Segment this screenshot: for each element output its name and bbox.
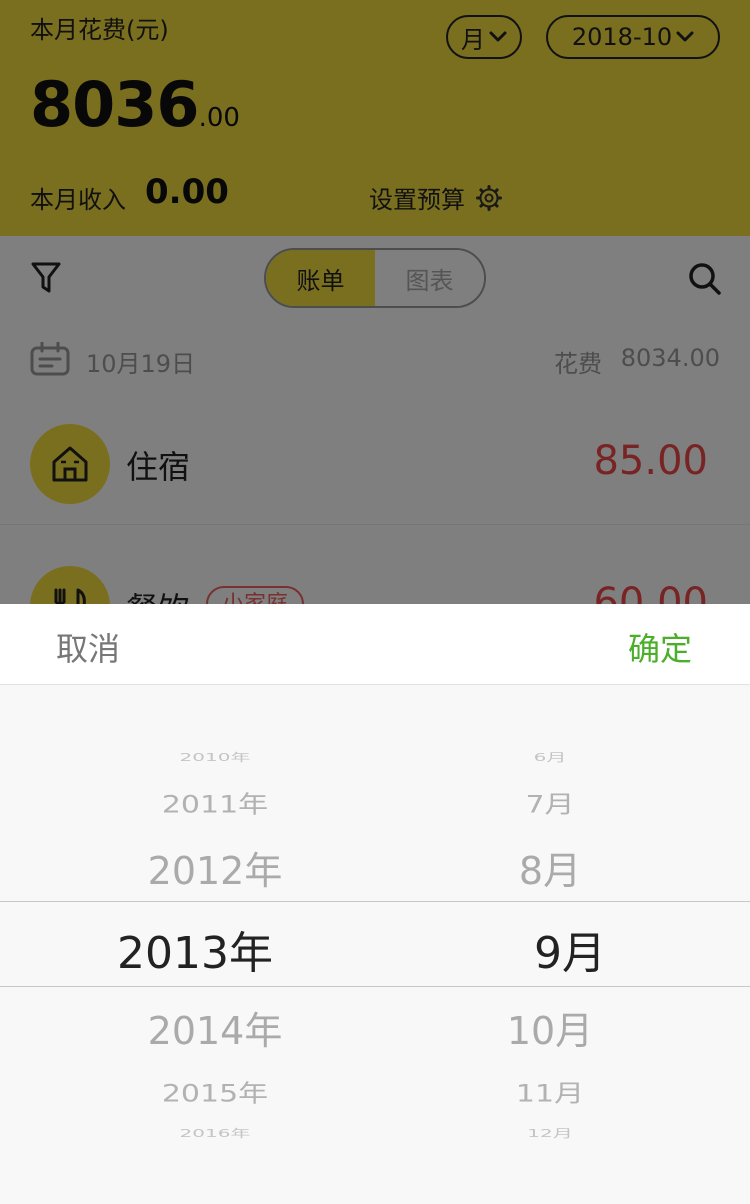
confirm-button[interactable]: 确定: [628, 624, 692, 670]
year-option[interactable]: 2015年: [0, 1073, 430, 1108]
month-option[interactable]: 7月: [420, 784, 680, 819]
month-option[interactable]: 6月: [420, 749, 680, 765]
year-option[interactable]: 2014年: [0, 1000, 430, 1055]
year-option[interactable]: 2010年: [0, 749, 430, 765]
month-option[interactable]: 10月: [420, 1000, 680, 1055]
date-picker-sheet: 取消 确定 2010年 2011年 2012年 2013年 2014年 2015…: [0, 604, 750, 1204]
selected-month-option[interactable]: 9月: [440, 917, 700, 981]
month-option[interactable]: 11月: [420, 1073, 680, 1108]
selected-year-option[interactable]: 2013年: [0, 917, 410, 981]
picker-toolbar: 取消 确定: [0, 604, 750, 685]
year-option[interactable]: 2016年: [0, 1125, 430, 1141]
year-option[interactable]: 2012年: [0, 840, 430, 895]
month-option[interactable]: 12月: [420, 1125, 680, 1141]
modal-backdrop[interactable]: [0, 0, 750, 604]
month-option[interactable]: 8月: [420, 840, 680, 895]
year-option[interactable]: 2011年: [0, 784, 430, 819]
cancel-button[interactable]: 取消: [56, 624, 120, 670]
